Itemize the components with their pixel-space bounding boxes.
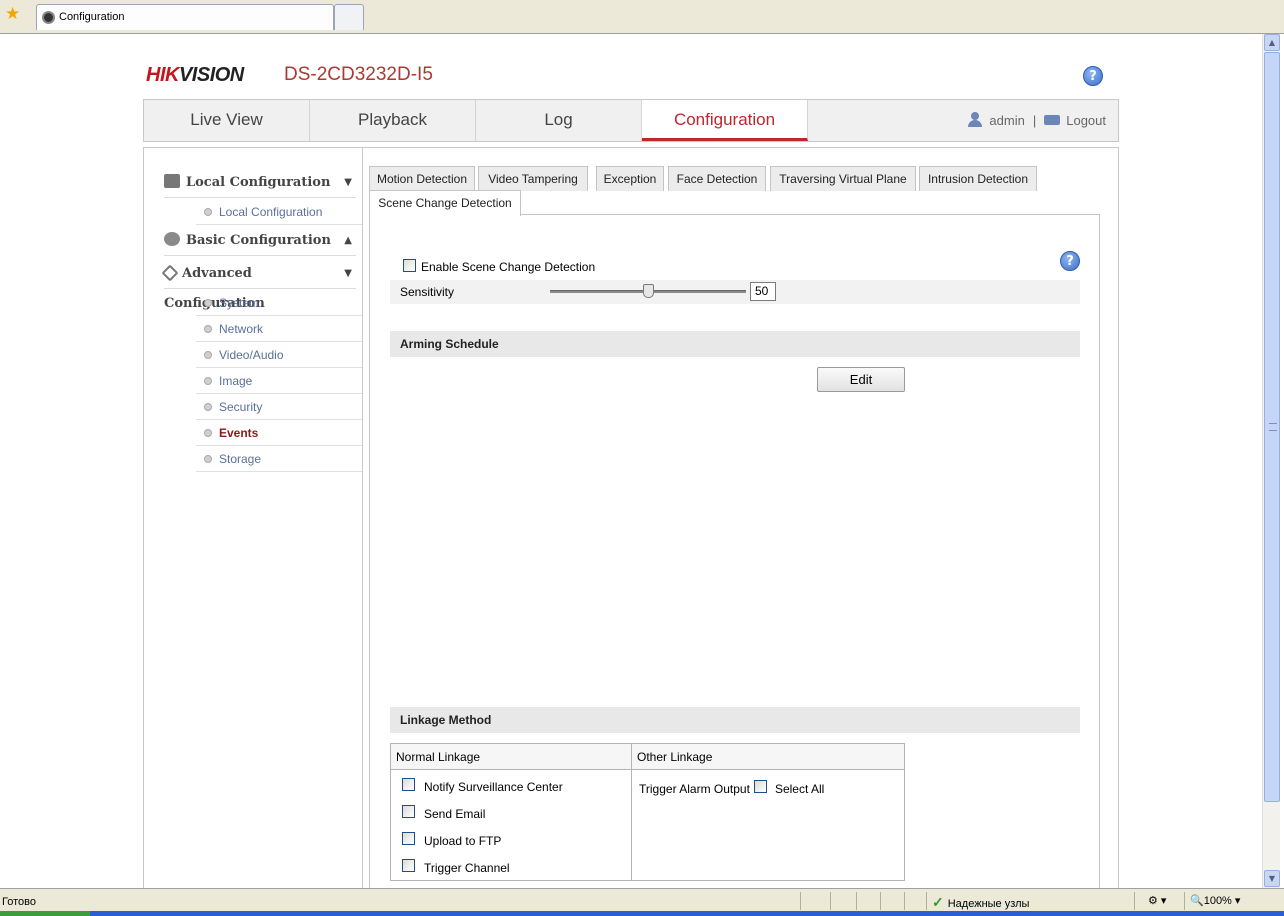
scroll-down-arrow-icon[interactable]: ▼ [1264, 870, 1280, 887]
normal-linkage-header: Normal Linkage [391, 744, 632, 770]
security-zone[interactable]: ✓ Надежные узлы [932, 894, 1029, 911]
device-model: DS-2CD3232D-I5 [284, 64, 433, 85]
sidebar-advanced-configuration[interactable]: Advanced Configuration ▼ [161, 259, 356, 311]
trigger-alarm-output-row: Trigger Alarm Output Select All [639, 780, 824, 796]
sidebar: Local Configuration ▼ Local Configuration… [144, 148, 363, 888]
notify-center-checkbox[interactable] [402, 778, 415, 791]
upload-ftp-checkbox[interactable] [402, 832, 415, 845]
browser-tab-label: Configuration [59, 11, 125, 23]
web-page: HIKVISION DS-2CD3232D-I5 ? Live View Pla… [0, 34, 1262, 914]
separator: | [1032, 113, 1037, 128]
sensitivity-label: Sensitivity [400, 285, 455, 299]
scene-change-panel: Enable Scene Change Detection ? Sensitiv… [369, 214, 1100, 914]
other-linkage-header: Other Linkage [632, 744, 904, 770]
column-divider [631, 744, 632, 880]
enable-label: Enable Scene Change Detection [421, 260, 596, 274]
linkage-item-upload-ftp: Upload to FTP [402, 832, 501, 848]
scrollbar-thumb[interactable] [1264, 52, 1280, 802]
trigger-alarm-output-label: Trigger Alarm Output [639, 782, 750, 796]
bullet-icon [204, 429, 212, 437]
protected-mode-icon[interactable]: ⚙ ▾ [1148, 894, 1166, 907]
sidebar-item-system[interactable]: System [196, 290, 362, 316]
new-tab-button[interactable] [334, 4, 364, 30]
chevron-down-icon: ▼ [344, 268, 352, 279]
send-email-checkbox[interactable] [402, 805, 415, 818]
sidebar-item-security[interactable]: Security [196, 394, 362, 420]
help-icon[interactable]: ? [1083, 66, 1103, 86]
bullet-icon [204, 455, 212, 463]
vertical-scrollbar[interactable]: ▲ ▼ [1262, 34, 1280, 888]
camera-favicon-icon [42, 11, 55, 24]
sidebar-item-events[interactable]: Events [196, 420, 362, 446]
sidebar-item-image[interactable]: Image [196, 368, 362, 394]
sidebar-local-configuration[interactable]: Local Configuration ▼ [164, 168, 356, 198]
main-nav: Live View Playback Log Configuration adm… [143, 99, 1119, 142]
tab-log[interactable]: Log [476, 100, 642, 141]
subtab-motion-detection[interactable]: Motion Detection [369, 166, 475, 191]
edit-schedule-button[interactable]: Edit [817, 367, 905, 392]
linkage-method-header: Linkage Method [390, 707, 1080, 733]
user-icon [967, 112, 983, 127]
browser-tab-configuration[interactable]: Configuration [36, 4, 334, 30]
sidebar-item-storage[interactable]: Storage [196, 446, 362, 472]
chevron-up-icon: ▲ [344, 235, 352, 246]
logout-icon[interactable] [1044, 115, 1061, 125]
help-icon[interactable]: ? [1060, 251, 1080, 271]
bullet-icon [204, 325, 212, 333]
favorites-star-icon[interactable]: ★ [5, 5, 23, 23]
taskbar-strip [0, 911, 1284, 916]
bullet-icon [204, 403, 212, 411]
linkage-item-send-email: Send Email [402, 805, 485, 821]
bullet-icon [204, 351, 212, 359]
gear-icon [164, 232, 180, 246]
sensitivity-row: Sensitivity 50 [390, 280, 1080, 304]
wrench-icon [161, 264, 179, 282]
linkage-item-trigger-channel: Trigger Channel [402, 859, 510, 875]
sensitivity-slider-handle[interactable] [643, 284, 654, 298]
sidebar-item-local-configuration[interactable]: Local Configuration [196, 199, 362, 225]
grip-icon [1269, 423, 1277, 431]
user-area: admin | Logout [967, 112, 1106, 128]
scroll-up-arrow-icon[interactable]: ▲ [1264, 34, 1280, 51]
browser-tab-bar: ★ Configuration [0, 0, 1284, 34]
subtab-traversing-virtual-plane[interactable]: Traversing Virtual Plane [770, 166, 916, 191]
bullet-icon [204, 208, 212, 216]
subtab-face-detection[interactable]: Face Detection [668, 166, 766, 191]
tab-playback[interactable]: Playback [310, 100, 476, 141]
arming-schedule-header: Arming Schedule [390, 331, 1080, 357]
subtab-video-tampering[interactable]: Video Tampering [478, 166, 588, 191]
linkage-item-notify-center: Notify Surveillance Center [402, 778, 563, 794]
bullet-icon [204, 299, 212, 307]
zoom-control[interactable]: 🔍100% ▾ [1190, 894, 1240, 907]
sidebar-basic-configuration[interactable]: Basic Configuration ▲ [164, 226, 356, 256]
chevron-down-icon: ▼ [344, 177, 352, 188]
tab-configuration[interactable]: Configuration [642, 100, 808, 141]
subtab-exception[interactable]: Exception [596, 166, 664, 191]
enable-row: Enable Scene Change Detection [403, 259, 595, 274]
bullet-icon [204, 377, 212, 385]
monitor-icon [164, 174, 180, 188]
sensitivity-value-field[interactable]: 50 [750, 282, 776, 301]
sidebar-item-network[interactable]: Network [196, 316, 362, 342]
logout-link[interactable]: Logout [1066, 113, 1106, 128]
select-all-label: Select All [774, 782, 825, 796]
username: admin [989, 113, 1025, 128]
subtab-intrusion-detection[interactable]: Intrusion Detection [919, 166, 1037, 191]
hikvision-logo: HIKVISION [146, 64, 244, 86]
enable-scene-change-checkbox[interactable] [403, 259, 416, 272]
content-area: Local Configuration ▼ Local Configuration… [143, 147, 1119, 914]
tab-live-view[interactable]: Live View [144, 100, 310, 141]
status-text: Готово [2, 896, 36, 908]
sidebar-item-video-audio[interactable]: Video/Audio [196, 342, 362, 368]
check-icon: ✓ [932, 894, 944, 910]
trigger-channel-checkbox[interactable] [402, 859, 415, 872]
linkage-table: Normal Linkage Other Linkage Notify Surv… [390, 743, 905, 881]
select-all-checkbox[interactable] [753, 780, 767, 793]
subtab-scene-change-detection[interactable]: Scene Change Detection [369, 190, 521, 216]
